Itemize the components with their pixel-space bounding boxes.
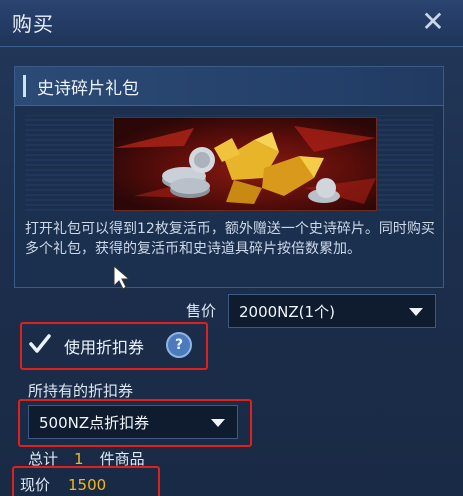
package-header: 史诗碎片礼包 <box>15 67 443 106</box>
checkmark-icon <box>29 334 51 353</box>
total-label: 总计 <box>28 450 59 468</box>
banner-area <box>25 115 433 211</box>
package-title: 史诗碎片礼包 <box>37 79 139 99</box>
now-price-row: 现价 1500 <box>20 474 106 495</box>
coupon-selected-value: 500NZ点折扣券 <box>39 414 150 432</box>
dialog-title: 购买 <box>12 12 54 36</box>
purchase-dialog: 购买 ✕ 史诗碎片礼包 打开礼包可以得到12枚复活币，额外赠送一个史诗碎片。同时… <box>0 0 463 496</box>
use-coupon-label: 使用折扣券 <box>64 338 145 357</box>
help-icon[interactable]: ? <box>166 332 192 358</box>
price-label: 售价 <box>186 302 217 320</box>
now-price-value: 1500 <box>68 476 107 494</box>
title-bar: 购买 ✕ <box>0 0 463 47</box>
mouse-cursor-icon <box>113 264 131 290</box>
chevron-down-icon <box>409 308 423 316</box>
chevron-down-icon <box>211 419 225 427</box>
close-icon: ✕ <box>421 5 445 38</box>
coins-illustration <box>114 126 376 204</box>
close-button[interactable]: ✕ <box>415 4 451 40</box>
total-count: 1 <box>74 450 84 468</box>
coupon-dropdown[interactable]: 500NZ点折扣券 <box>28 405 238 439</box>
price-dropdown[interactable]: 2000NZ(1个) <box>228 294 436 328</box>
package-description: 打开礼包可以得到12枚复活币，额外赠送一个史诗碎片。同时购买多个礼包，获得的复活… <box>25 221 435 257</box>
total-unit: 件商品 <box>99 450 145 468</box>
package-panel: 史诗碎片礼包 打开礼包可以得到12枚复活币，额外赠送一个史诗碎片。同时购买多个礼… <box>14 66 444 288</box>
now-price-label: 现价 <box>20 476 51 494</box>
total-row: 总计 1 件商品 <box>28 448 145 469</box>
package-image <box>113 117 377 211</box>
header-accent-bar <box>23 75 26 97</box>
price-selected-value: 2000NZ(1个) <box>239 303 335 321</box>
held-coupon-label: 所持有的折扣券 <box>28 382 134 400</box>
